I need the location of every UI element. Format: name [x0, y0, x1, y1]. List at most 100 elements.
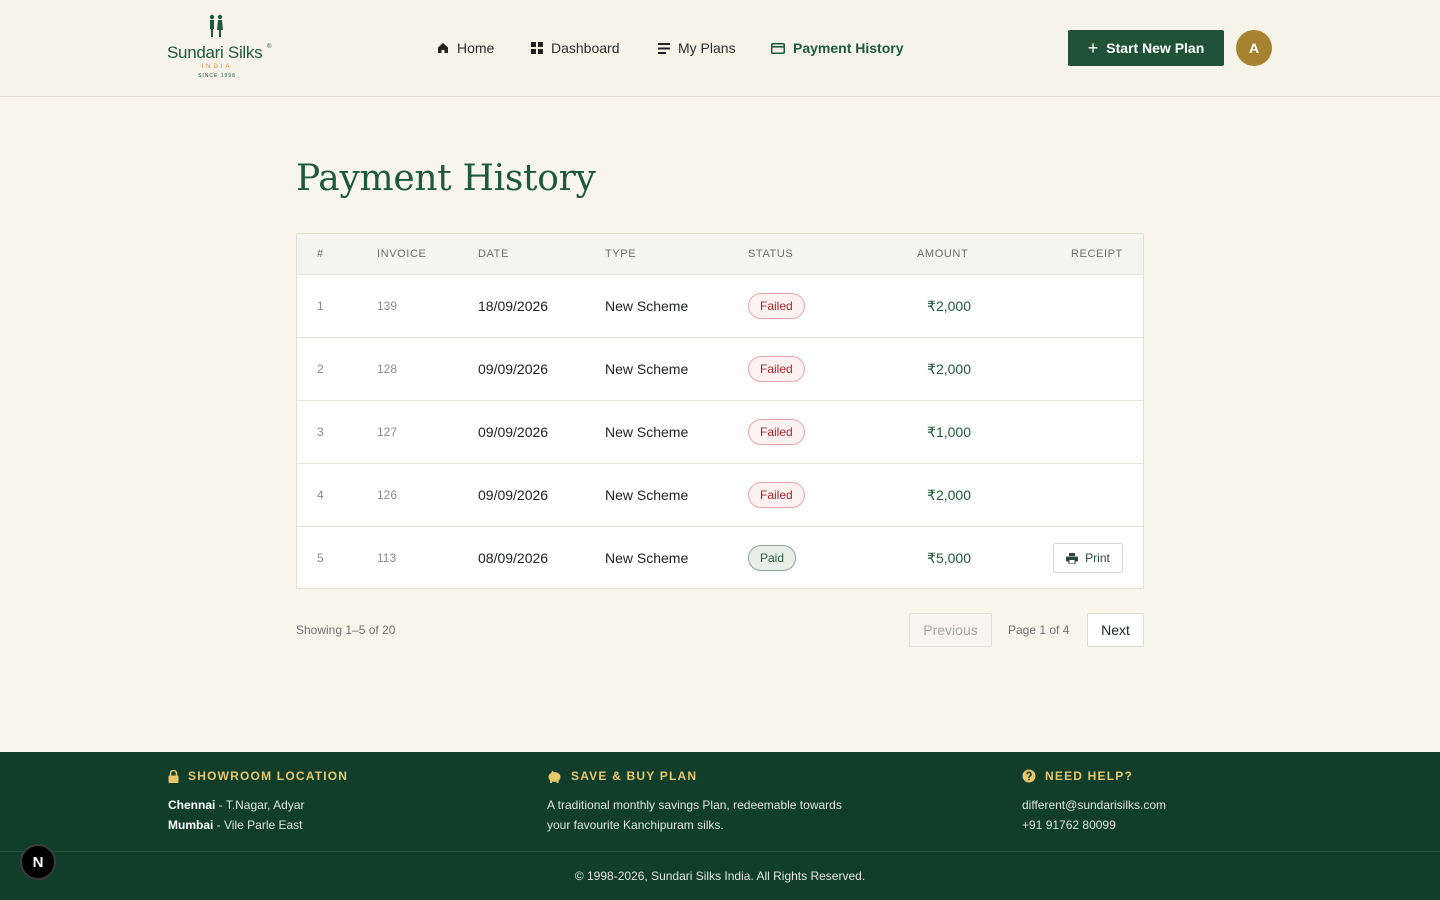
row-status: Failed	[748, 464, 805, 526]
site-footer: SHOWROOM LOCATION Chennai - T.Nagar, Ady…	[0, 752, 1440, 900]
column-header-date: DATE	[478, 248, 509, 260]
nav-item-my-plans[interactable]: My Plans	[658, 38, 736, 58]
column-header-invoice: INVOICE	[377, 248, 427, 260]
row-number: 4	[317, 488, 324, 502]
row-amount: ₹2,000	[927, 486, 971, 503]
card-icon	[771, 42, 785, 54]
row-number: 1	[317, 299, 324, 313]
table-row: 2 128 09/09/2026 New Scheme Failed ₹2,00…	[297, 337, 1143, 400]
status-badge: Failed	[748, 482, 805, 508]
plan-description: A traditional monthly savings Plan, rede…	[547, 795, 842, 835]
row-invoice: 139	[377, 299, 398, 313]
footer-divider	[0, 851, 1440, 852]
footer-heading-plan: SAVE & BUY PLAN	[547, 768, 842, 784]
status-badge: Failed	[748, 293, 805, 319]
table-row: 4 126 09/09/2026 New Scheme Failed ₹2,00…	[297, 463, 1143, 526]
nav-item-home[interactable]: Home	[437, 38, 494, 58]
showroom-area: T.Nagar, Adyar	[225, 798, 305, 812]
table-row: 3 127 09/09/2026 New Scheme Failed ₹1,00…	[297, 400, 1143, 463]
showroom-area: Vile Parle East	[224, 818, 303, 832]
start-new-plan-button[interactable]: + Start New Plan	[1068, 30, 1224, 66]
help-email-link[interactable]: different@sundarisilks.com	[1022, 795, 1166, 815]
table-row: 1 139 18/09/2026 New Scheme Failed ₹2,00…	[297, 274, 1143, 337]
help-contacts: different@sundarisilks.com +91 91762 800…	[1022, 795, 1166, 835]
row-date: 18/09/2026	[478, 298, 549, 314]
row-date: 09/09/2026	[478, 424, 549, 440]
row-date: 09/09/2026	[478, 487, 549, 503]
status-badge: Failed	[748, 419, 805, 445]
row-type: New Scheme	[605, 487, 689, 503]
nav-label-dashboard: Dashboard	[551, 40, 620, 56]
pagination-summary: Showing 1–5 of 20	[296, 623, 396, 637]
row-date: 09/09/2026	[478, 361, 549, 377]
logo-figures-icon	[209, 14, 223, 37]
footer-heading-plan-label: SAVE & BUY PLAN	[571, 769, 698, 783]
nextjs-dev-badge[interactable]: N	[20, 844, 56, 880]
logo-registered-mark: ®	[267, 44, 272, 50]
page-indicator: Page 1 of 4	[1008, 623, 1070, 637]
start-new-plan-label: Start New Plan	[1106, 40, 1205, 56]
brand-logo[interactable]: Sundari Silks ® INDIA SINCE 1998	[167, 14, 277, 82]
row-amount: ₹5,000	[927, 549, 971, 566]
footer-heading-showroom-label: SHOWROOM LOCATION	[188, 769, 349, 783]
row-type: New Scheme	[605, 424, 689, 440]
row-status: Failed	[748, 338, 805, 400]
row-type: New Scheme	[605, 298, 689, 314]
lock-icon	[168, 769, 179, 783]
nav-item-payment-history[interactable]: Payment History	[771, 38, 903, 58]
showroom-location-chennai: Chennai - T.Nagar, Adyar	[168, 798, 305, 812]
row-date: 08/09/2026	[478, 550, 549, 566]
printer-icon	[1066, 552, 1079, 564]
piggy-bank-icon	[548, 770, 561, 783]
footer-help-section: NEED HELP? different@sundarisilks.com +9…	[1022, 768, 1166, 835]
logo-subtitle: INDIA	[201, 64, 233, 70]
payment-history-table: # INVOICE DATE TYPE STATUS AMOUNT RECEIP…	[296, 233, 1144, 589]
row-status: Paid	[748, 527, 797, 589]
row-amount: ₹1,000	[927, 423, 971, 440]
logo-name: Sundari Silks	[167, 43, 263, 62]
row-type: New Scheme	[605, 361, 689, 377]
copyright-text: © 1998-2026, Sundari Silks India. All Ri…	[574, 869, 866, 883]
row-number: 5	[317, 551, 324, 565]
row-type: New Scheme	[605, 550, 689, 566]
row-status: Failed	[748, 275, 805, 337]
user-avatar[interactable]: A	[1236, 30, 1272, 66]
row-amount: ₹2,000	[927, 360, 971, 377]
nav-label-home: Home	[457, 40, 495, 56]
previous-page-button[interactable]: Previous	[909, 613, 992, 647]
plan-description-line: A traditional monthly savings Plan, rede…	[547, 798, 842, 812]
plan-description-line: your favourite Kanchipuram silks.	[547, 818, 724, 832]
footer-heading-help-label: NEED HELP?	[1045, 769, 1134, 783]
page-title: Payment History	[296, 158, 596, 199]
site-header: Sundari Silks ® INDIA SINCE 1998 Home Da…	[0, 0, 1440, 97]
column-header-receipt: RECEIPT	[1071, 248, 1123, 260]
help-icon	[1022, 769, 1036, 783]
next-page-button[interactable]: Next	[1087, 613, 1144, 647]
showroom-city: Mumbai	[168, 818, 214, 832]
nav-label-payment-history: Payment History	[793, 40, 904, 56]
column-header-status: STATUS	[748, 248, 794, 260]
logo-since: SINCE 1998	[198, 73, 236, 79]
plus-icon: +	[1087, 38, 1099, 58]
status-badge: Paid	[748, 545, 797, 571]
footer-heading-showroom: SHOWROOM LOCATION	[168, 768, 348, 784]
dashboard-icon	[531, 42, 543, 54]
row-invoice: 126	[377, 488, 398, 502]
row-status: Failed	[748, 401, 805, 463]
list-icon	[658, 42, 670, 54]
table-row: 5 113 08/09/2026 New Scheme Paid ₹5,000 …	[297, 526, 1143, 589]
print-receipt-label: Print	[1085, 551, 1110, 565]
row-number: 3	[317, 425, 324, 439]
nav-label-my-plans: My Plans	[678, 40, 736, 56]
showroom-list: Chennai - T.Nagar, Adyar Mumbai - Vile P…	[168, 795, 348, 835]
print-receipt-button[interactable]: Print	[1053, 543, 1123, 573]
nav-item-dashboard[interactable]: Dashboard	[531, 38, 620, 58]
home-icon	[438, 43, 448, 53]
column-header-type: TYPE	[605, 248, 637, 260]
showroom-location-mumbai: Mumbai - Vile Parle East	[168, 818, 303, 832]
row-number: 2	[317, 362, 324, 376]
row-invoice: 113	[377, 551, 397, 565]
column-header-amount: AMOUNT	[917, 248, 969, 260]
help-phone-link[interactable]: +91 91762 80099	[1022, 815, 1166, 835]
footer-plan-section: SAVE & BUY PLAN A traditional monthly sa…	[547, 768, 842, 835]
